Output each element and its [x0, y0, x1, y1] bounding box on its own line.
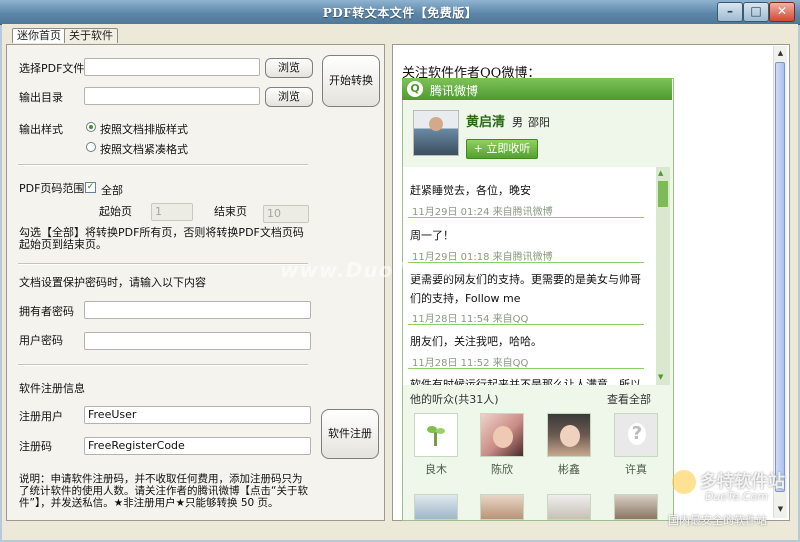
user-password-label: 用户密码	[19, 334, 63, 347]
face-icon	[493, 426, 513, 448]
title-bar: PDF转文本文件【免费版】 – □ ✕	[0, 0, 800, 25]
style-layout-label: 按照文档排版样式	[100, 123, 188, 136]
author-gender: 男	[512, 116, 523, 129]
start-convert-button[interactable]: 开始转换	[322, 55, 380, 107]
brand-watermark: 多特软件站	[700, 472, 785, 492]
divider	[18, 364, 308, 366]
window-title: PDF转文本文件【免费版】	[322, 6, 478, 20]
scroll-thumb[interactable]	[775, 62, 785, 492]
feed-divider	[408, 324, 644, 325]
fan-name[interactable]: 许真	[614, 461, 658, 477]
feed-item-text: 朋友们，关注我吧，哈哈。	[410, 335, 542, 348]
reg-user-input[interactable]: FreeUser	[84, 406, 311, 424]
fan-name[interactable]: 良木	[414, 461, 458, 477]
pdf-file-input[interactable]	[84, 58, 260, 76]
fans-label: 他的听众(共31人)	[410, 393, 499, 406]
user-password-input[interactable]	[84, 332, 311, 350]
brand-logo-icon	[672, 470, 696, 494]
start-page-label: 起始页	[99, 205, 132, 218]
fan-avatar[interactable]	[480, 413, 524, 457]
page-range-label: PDF页码范围	[19, 182, 85, 195]
feed-item-text: 赶紧睡觉去，各位，晚安	[410, 184, 531, 197]
feed-scroll-up-icon[interactable]: ▲	[658, 169, 663, 177]
end-page-input[interactable]: 10	[263, 205, 309, 223]
browse-pdf-button[interactable]: 浏览	[265, 58, 313, 78]
scroll-up-icon[interactable]: ▲	[775, 48, 786, 59]
brand-url-watermark: DuoTe.Com	[705, 490, 768, 503]
output-dir-label: 输出目录	[19, 91, 63, 104]
avatar-face-icon	[429, 117, 443, 131]
face-icon	[560, 425, 580, 447]
scroll-down-icon[interactable]: ▼	[775, 504, 786, 515]
divider	[18, 263, 308, 265]
fan-avatar[interactable]	[480, 494, 524, 520]
fan-avatar[interactable]	[614, 494, 658, 520]
owner-password-input[interactable]	[84, 301, 311, 319]
style-compact-label: 按照文档紧凑格式	[100, 143, 188, 156]
feed-item-meta: 11月28日 11:52 来自QQ	[412, 358, 529, 369]
unknown-user-icon: ?	[628, 423, 646, 445]
feed-divider	[408, 368, 644, 369]
all-pages-checkbox[interactable]: ✓	[85, 182, 96, 193]
range-note: 勾选【全部】将转换PDF所有页，否则将转换PDF文档页码起始页到结束页。	[19, 226, 304, 251]
fan-avatar[interactable]	[547, 413, 591, 457]
owner-password-label: 拥有者密码	[19, 305, 74, 318]
fan-avatar[interactable]	[414, 494, 458, 520]
fan-avatar[interactable]: ?	[614, 413, 658, 457]
close-button[interactable]: ✕	[769, 2, 795, 22]
feed-item-clip: 软件有时候运行起来并不是那么让人满意，所以	[410, 373, 650, 385]
author-name[interactable]: 黄启清	[466, 111, 505, 130]
fan-name[interactable]: 彬鑫	[547, 461, 591, 477]
fan-avatar[interactable]	[414, 413, 458, 457]
output-dir-input[interactable]	[84, 87, 260, 105]
tab-mini-home[interactable]: 迷你首页	[12, 28, 66, 43]
tab-about[interactable]: 关于软件	[64, 28, 118, 43]
style-compact-radio[interactable]	[86, 142, 96, 152]
style-layout-radio[interactable]	[86, 122, 96, 132]
select-pdf-label: 选择PDF文件	[19, 62, 85, 75]
start-page-input[interactable]: 1	[151, 203, 193, 221]
browse-output-button[interactable]: 浏览	[265, 87, 313, 107]
maximize-button[interactable]: □	[743, 2, 769, 22]
sprout-icon	[434, 432, 437, 446]
fan-avatar[interactable]	[547, 494, 591, 520]
feed-scrollbar[interactable]: ▲ ▼	[656, 167, 670, 385]
minimize-button[interactable]: –	[717, 2, 743, 22]
view-all-link[interactable]: 查看全部	[607, 391, 651, 407]
center-watermark: www.DuoTe.com	[280, 258, 478, 282]
leaf-icon	[436, 428, 445, 434]
feed-scroll-down-icon[interactable]: ▼	[658, 373, 663, 381]
register-button[interactable]: 软件注册	[321, 409, 379, 459]
brand-slogan-watermark: 国内最安全的软件站	[668, 514, 767, 527]
password-hint: 文档设置保护密码时，请输入以下内容	[19, 276, 206, 289]
widget-title: 腾讯微博	[430, 84, 479, 98]
weibo-logo-icon: Q	[407, 81, 423, 97]
reg-code-input[interactable]: FreeRegisterCode	[84, 437, 311, 455]
author-avatar	[413, 110, 459, 156]
plus-icon: +	[473, 142, 487, 155]
feed-divider	[408, 217, 644, 218]
feed-item-meta: 11月28日 11:54 来自QQ	[412, 314, 529, 325]
author-city: 邵阳	[528, 116, 550, 129]
follow-button[interactable]: + 立即收听	[466, 139, 538, 159]
footnote: 说明：申请软件注册码，并不收取任何费用，添加注册码只为了统计软件的使用人数。请关…	[19, 473, 308, 509]
end-page-label: 结束页	[214, 205, 247, 218]
divider	[18, 164, 308, 166]
all-pages-label: 全部	[101, 184, 123, 197]
feed-scroll-thumb[interactable]	[658, 181, 668, 207]
fan-name[interactable]: 陈欣	[480, 461, 524, 477]
output-style-label: 输出样式	[19, 123, 63, 136]
feed-item-text: 软件有时候运行起来并不是那么让人满意，所以	[410, 378, 641, 385]
vertical-scrollbar[interactable]: ▲ ▼	[773, 46, 787, 518]
feed-item-text: 周一了！	[410, 229, 454, 242]
reg-info-label: 软件注册信息	[19, 382, 85, 395]
reg-code-label: 注册码	[19, 440, 52, 453]
feed-item-meta: 11月29日 01:24 来自腾讯微博	[412, 207, 553, 218]
follow-button-label: 立即收听	[486, 142, 531, 155]
reg-user-label: 注册用户	[19, 410, 63, 423]
